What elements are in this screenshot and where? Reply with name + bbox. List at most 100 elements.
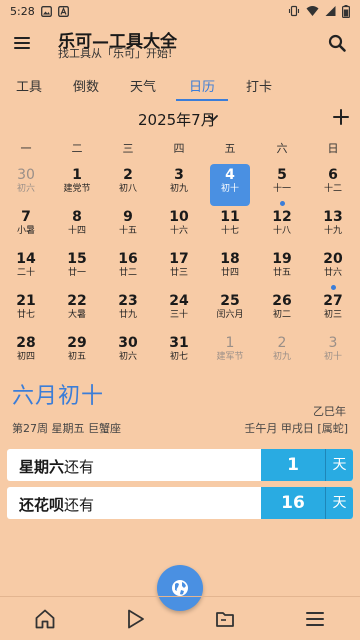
calendar-day[interactable]: 20 廿六 <box>313 248 353 290</box>
tab-countdown[interactable]: 倒数 <box>64 76 108 95</box>
calendar-day[interactable]: 22 大暑 <box>57 290 97 332</box>
day-lunar-label: 十四 <box>67 226 86 236</box>
calendar-day[interactable]: 3 初九 <box>159 164 199 206</box>
calendar-day[interactable]: 21 廿七 <box>6 290 46 332</box>
calendar-day[interactable]: 18 廿四 <box>210 248 250 290</box>
bottom-nav <box>0 596 360 640</box>
calendar-day[interactable]: 9 十五 <box>108 206 148 248</box>
countdown-value: 1 <box>261 449 325 481</box>
ganzhi-full: 壬午月 甲戌日 [属蛇] <box>244 422 348 435</box>
day-number: 4 <box>225 167 235 183</box>
day-number: 9 <box>123 209 133 225</box>
calendar-day[interactable]: 10 十六 <box>159 206 199 248</box>
day-number: 31 <box>169 335 189 351</box>
calendar-day[interactable]: 14 二十 <box>6 248 46 290</box>
tab-checkin[interactable]: 打卡 <box>237 76 281 95</box>
day-lunar-label: 初四 <box>16 352 35 362</box>
calendar-day[interactable]: 27 初三 <box>313 290 353 332</box>
day-lunar-label: 建军节 <box>216 352 244 362</box>
calendar-day[interactable]: 2 初八 <box>108 164 148 206</box>
chevron-down-icon[interactable] <box>208 113 218 123</box>
calendar-day[interactable]: 29 初五 <box>57 332 97 374</box>
day-lunar-label: 初九 <box>272 352 291 362</box>
tab-calendar[interactable]: 日历 <box>180 76 224 95</box>
tab-tools[interactable]: 工具 <box>7 76 51 95</box>
add-icon[interactable] <box>330 106 352 128</box>
countdown-item[interactable]: 星期六还有 1 天 <box>7 449 353 481</box>
calendar-day[interactable]: 13 十九 <box>313 206 353 248</box>
tab-weather[interactable]: 天气 <box>121 76 165 95</box>
calendar-day[interactable]: 24 三十 <box>159 290 199 332</box>
calendar-day[interactable]: 26 初二 <box>262 290 302 332</box>
day-lunar-label: 十九 <box>323 226 342 236</box>
day-number: 17 <box>169 251 189 267</box>
calendar-day[interactable]: 1 建党节 <box>57 164 97 206</box>
day-number: 22 <box>67 293 87 309</box>
calendar-day[interactable]: 7 小暑 <box>6 206 46 248</box>
day-lunar-label: 大暑 <box>67 310 86 320</box>
search-icon[interactable] <box>326 32 348 54</box>
countdown-item[interactable]: 还花呗还有 16 天 <box>7 487 353 519</box>
day-lunar-label: 初六 <box>118 352 137 362</box>
menu-icon[interactable] <box>12 32 34 54</box>
day-number: 28 <box>16 335 36 351</box>
play-icon[interactable] <box>123 607 147 631</box>
calendar-day-today[interactable]: 4 初十 <box>210 164 250 206</box>
calendar-day[interactable]: 25 闰六月 <box>210 290 250 332</box>
weekday-label: 五 <box>224 142 236 155</box>
day-lunar-label: 闰六月 <box>216 310 244 320</box>
home-icon[interactable] <box>33 607 57 631</box>
day-lunar-label: 初五 <box>67 352 86 362</box>
calendar-day[interactable]: 23 廿九 <box>108 290 148 332</box>
calendar-day[interactable]: 3 初十 <box>313 332 353 374</box>
lunar-date-title: 六月初十 <box>12 384 105 409</box>
wifi-icon <box>306 6 319 16</box>
day-lunar-label: 十一 <box>272 184 291 194</box>
day-number: 6 <box>328 167 338 183</box>
day-lunar-label: 初六 <box>16 184 35 194</box>
countdown-name: 星期六还有 <box>19 456 94 477</box>
ganzhi-year: 乙巳年 <box>313 405 346 418</box>
calendar-day[interactable]: 12 十八 <box>262 206 302 248</box>
folder-icon[interactable] <box>213 607 237 631</box>
week-info: 第27周 星期五 巨蟹座 <box>12 422 121 435</box>
day-number: 2 <box>277 335 287 351</box>
calendar-day[interactable]: 30 初六 <box>6 164 46 206</box>
day-number: 1 <box>72 167 82 183</box>
calendar-day[interactable]: 1 建军节 <box>210 332 250 374</box>
vibrate-icon <box>288 5 300 17</box>
calendar-day[interactable]: 6 十二 <box>313 164 353 206</box>
day-lunar-label: 十五 <box>118 226 137 236</box>
day-number: 1 <box>225 335 235 351</box>
day-lunar-label: 初十 <box>323 352 342 362</box>
weekday-header: 一 二 三 四 五 六 日 <box>0 140 360 156</box>
calendar-day[interactable]: 30 初六 <box>108 332 148 374</box>
weekday-label: 四 <box>173 142 185 155</box>
calendar-day[interactable]: 31 初七 <box>159 332 199 374</box>
weekday-label: 二 <box>71 142 83 155</box>
calendar-day[interactable]: 28 初四 <box>6 332 46 374</box>
day-lunar-label: 初十 <box>220 184 239 194</box>
calendar-day[interactable]: 15 廿一 <box>57 248 97 290</box>
countdown-suffix: 还有 <box>64 496 95 514</box>
day-lunar-label: 廿六 <box>323 268 342 278</box>
month-header: 2025年7月 <box>0 108 360 130</box>
countdown-unit: 天 <box>325 487 353 519</box>
calendar-day[interactable]: 11 十七 <box>210 206 250 248</box>
calendar-day[interactable]: 19 廿五 <box>262 248 302 290</box>
calendar-day[interactable]: 17 廿三 <box>159 248 199 290</box>
calendar-day[interactable]: 5 十一 <box>262 164 302 206</box>
day-number: 8 <box>72 209 82 225</box>
list-icon[interactable] <box>303 607 327 631</box>
a-box-icon <box>57 5 69 17</box>
calendar-day[interactable]: 16 廿二 <box>108 248 148 290</box>
day-lunar-label: 廿九 <box>118 310 137 320</box>
day-number: 18 <box>220 251 240 267</box>
day-lunar-label: 初九 <box>169 184 188 194</box>
day-number: 24 <box>169 293 189 309</box>
calendar-day[interactable]: 2 初九 <box>262 332 302 374</box>
calendar-day[interactable]: 8 十四 <box>57 206 97 248</box>
month-label[interactable]: 2025年7月 <box>138 109 216 130</box>
day-lunar-label: 三十 <box>169 310 188 320</box>
day-number: 10 <box>169 209 189 225</box>
